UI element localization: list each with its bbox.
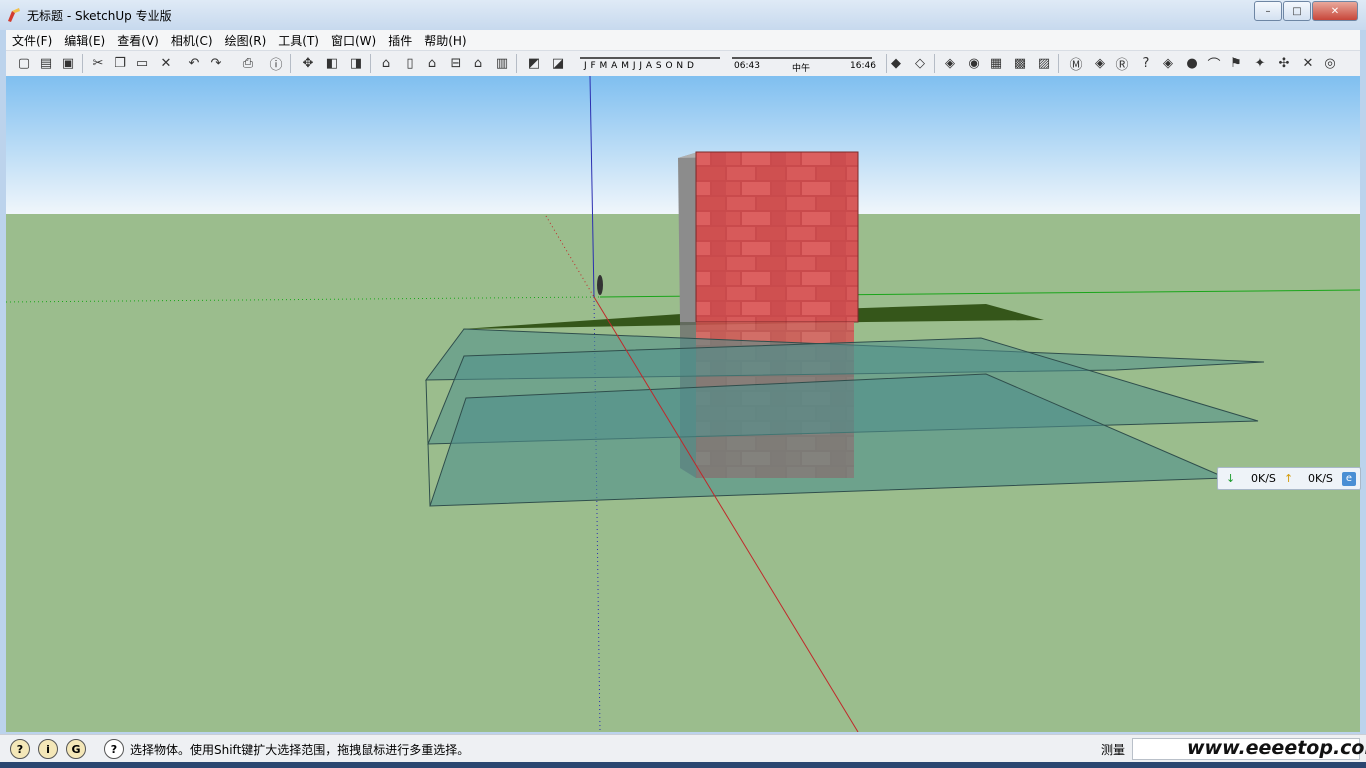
plugin-light-icon[interactable]: ✦: [1250, 54, 1270, 73]
upload-speed: 0K/S: [1308, 472, 1333, 485]
download-arrow-icon: ↓: [1226, 472, 1236, 485]
component-icon[interactable]: ◧: [322, 54, 342, 73]
copy-icon[interactable]: ❐: [110, 54, 130, 73]
xray-icon[interactable]: ◈: [940, 54, 960, 73]
title-bar: 无标题 - SketchUp 专业版 – □ ✕: [0, 0, 1366, 30]
shadow-settings-panel: J F M A M J J A S O N D 06:43 中午 16:46: [576, 53, 878, 74]
right-view-icon[interactable]: ⊟: [446, 54, 466, 73]
back-edges-icon[interactable]: ◉: [964, 54, 984, 73]
open-file-icon[interactable]: ▤: [36, 54, 56, 73]
menu-help[interactable]: 帮助(H): [418, 32, 472, 49]
left-view-icon[interactable]: ▥: [492, 54, 512, 73]
shadow-time-noon: 中午: [792, 64, 811, 74]
plugin-r-icon[interactable]: Ⓡ: [1112, 54, 1132, 73]
plugin-sphere-icon[interactable]: ●: [1182, 54, 1202, 73]
shadow-month-slider[interactable]: J F M A M J J A S O N D: [584, 61, 694, 71]
redo-icon[interactable]: ↷: [206, 54, 226, 73]
plugin-lamp-icon[interactable]: ⌒: [1204, 54, 1224, 73]
drawing-viewport[interactable]: [6, 76, 1360, 732]
front-view-icon[interactable]: ⌂: [422, 54, 442, 73]
new-file-icon[interactable]: ▢: [14, 54, 34, 73]
iso-view-icon[interactable]: ⌂: [376, 54, 396, 73]
save-icon[interactable]: ▣: [58, 54, 78, 73]
plugin-move-icon[interactable]: ✣: [1274, 54, 1294, 73]
help-instructor-icon[interactable]: ?: [104, 739, 124, 759]
menu-file[interactable]: 文件(F): [6, 32, 58, 49]
plugin-color-wheel-icon[interactable]: ◎: [1320, 54, 1340, 73]
menu-view[interactable]: 查看(V): [111, 32, 165, 49]
origin-figure: [597, 275, 603, 295]
menu-tools[interactable]: 工具(T): [272, 32, 325, 49]
paste-icon[interactable]: ▭: [132, 54, 152, 73]
model-info-icon[interactable]: ⓘ: [266, 54, 286, 73]
plugin-cross-icon[interactable]: ✕: [1298, 54, 1318, 73]
status-bar: ? i G ? 选择物体。使用Shift键扩大选择范围，拖拽鼠标进行多重选择。 …: [0, 734, 1366, 763]
menu-camera[interactable]: 相机(C): [165, 32, 219, 49]
upload-arrow-icon: ↑: [1284, 472, 1294, 485]
cut-icon[interactable]: ✂: [88, 54, 108, 73]
menu-bar: 文件(F) 编辑(E) 查看(V) 相机(C) 绘图(R) 工具(T) 窗口(W…: [6, 30, 1360, 51]
print-icon[interactable]: ⎙: [238, 54, 258, 73]
brick-box-side: [678, 152, 698, 322]
network-speed-widget[interactable]: ↓ 0K/S ↑ 0K/S e: [1217, 467, 1361, 490]
shadow-time-start: 06:43: [734, 61, 760, 71]
menu-window[interactable]: 窗口(W): [325, 32, 382, 49]
watermark: www.eeeetop.com: [1187, 737, 1366, 759]
undo-icon[interactable]: ↶: [184, 54, 204, 73]
minimize-button[interactable]: –: [1254, 1, 1282, 21]
scene-canvas[interactable]: [6, 76, 1360, 732]
wireframe-icon[interactable]: ▦: [986, 54, 1006, 73]
brick-box-front: [695, 151, 859, 323]
plugin-material-icon[interactable]: ◈: [1158, 54, 1178, 73]
shadows-toggle-icon[interactable]: ◩: [524, 54, 544, 73]
menu-edit[interactable]: 编辑(E): [58, 32, 111, 49]
main-toolbar: ▢ ▤ ▣ ✂ ❐ ▭ ✕ ↶ ↷ ⎙ ⓘ ✥ ◧ ◨ ⌂ ▯ ⌂ ⊟ ⌂ ▥ …: [6, 51, 1360, 77]
geo-location-icon[interactable]: ?: [10, 739, 30, 759]
maximize-button[interactable]: □: [1283, 1, 1311, 21]
paint-bucket-icon[interactable]: ◨: [346, 54, 366, 73]
status-message: 选择物体。使用Shift键扩大选择范围，拖拽鼠标进行多重选择。: [130, 743, 470, 757]
erase-icon[interactable]: ✕: [156, 54, 176, 73]
top-view-icon[interactable]: ▯: [400, 54, 420, 73]
shaded-icon[interactable]: ▩: [1010, 54, 1030, 73]
credits-icon[interactable]: i: [38, 739, 58, 759]
back-view-icon[interactable]: ⌂: [468, 54, 488, 73]
orbit-icon[interactable]: ✥: [298, 54, 318, 73]
window-title: 无标题 - SketchUp 专业版: [27, 9, 172, 23]
menu-plugins[interactable]: 插件: [382, 32, 418, 49]
plugin-flag-icon[interactable]: ⚑: [1226, 54, 1246, 73]
plugin-tag-icon[interactable]: ◈: [1090, 54, 1110, 73]
textured-icon[interactable]: ▨: [1034, 54, 1054, 73]
menu-draw[interactable]: 绘图(R): [219, 32, 273, 49]
close-button[interactable]: ✕: [1312, 1, 1358, 21]
browser-icon[interactable]: e: [1342, 471, 1356, 486]
download-speed: 0K/S: [1251, 472, 1276, 485]
shadow-time-end: 16:46: [850, 61, 876, 71]
plugin-help-icon[interactable]: ?: [1136, 54, 1156, 73]
plugin-m-icon[interactable]: Ⓜ: [1066, 54, 1086, 73]
fog-toggle-icon[interactable]: ◪: [548, 54, 568, 73]
sandbox-grid-icon[interactable]: ◇: [910, 54, 930, 73]
taskbar-strip: [0, 762, 1366, 768]
measure-label: 测量: [1101, 743, 1126, 757]
sketchup-logo-icon: [8, 8, 20, 22]
user-icon[interactable]: G: [66, 739, 86, 759]
sandbox-icon[interactable]: ◆: [886, 54, 906, 73]
